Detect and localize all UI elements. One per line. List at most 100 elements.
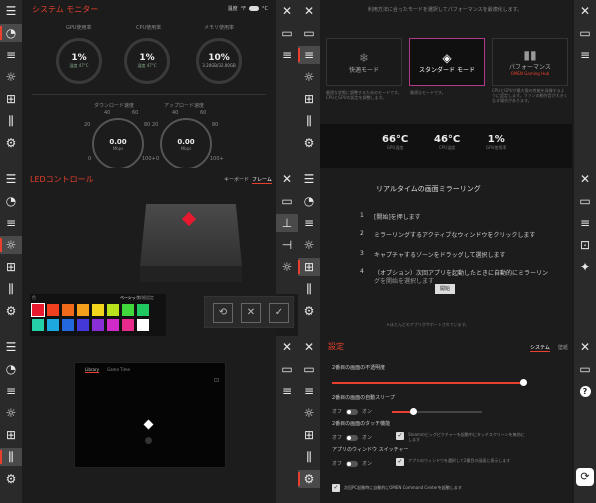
window-icon[interactable]: ▭ (298, 360, 320, 378)
touch-steam-checkbox[interactable]: ✓ (396, 432, 404, 440)
capture-settings-icon[interactable]: ⊡ (214, 377, 219, 384)
library-icon[interactable]: ⫼ (0, 280, 22, 298)
list-icon[interactable]: ≡ (298, 46, 320, 64)
touch-toggle[interactable]: オフ オン (332, 434, 372, 441)
mode-standard[interactable]: ◈ スタンダード モード (409, 38, 485, 86)
color-swatch[interactable] (137, 319, 149, 331)
list-icon[interactable]: ≡ (276, 382, 298, 400)
color-swatch[interactable] (62, 304, 74, 316)
light-icon[interactable]: ☼ (298, 236, 320, 254)
library-icon[interactable]: ⫼ (298, 280, 320, 298)
color-swatch[interactable] (122, 319, 134, 331)
light-icon[interactable]: ☼ (276, 258, 298, 276)
library-icon[interactable]: ⫼ (0, 112, 22, 130)
light-icon[interactable]: ☼ (0, 236, 22, 254)
menu-icon[interactable]: ☰ (298, 170, 320, 188)
slider-thumb[interactable] (410, 408, 417, 415)
light-icon[interactable]: ☼ (298, 404, 320, 422)
list-icon[interactable]: ≡ (574, 214, 596, 232)
list-icon[interactable]: ≡ (0, 46, 22, 64)
refresh-button[interactable]: ⟳ (574, 466, 596, 488)
close-icon[interactable]: ✕ (276, 338, 298, 356)
list-icon[interactable]: ≡ (0, 382, 22, 400)
color-swatch[interactable] (32, 319, 44, 331)
library-icon[interactable]: ⫼ (298, 448, 320, 466)
grid-icon[interactable]: ⊞ (298, 426, 320, 444)
mode-performance[interactable]: ▮▮ パフォーマンス OMEN Gaming Hub (492, 38, 568, 86)
color-swatch[interactable] (77, 319, 89, 331)
color-swatch[interactable] (137, 304, 149, 316)
toggle-switch[interactable] (346, 460, 359, 467)
palette-tab-basic[interactable]: ベーシック (120, 295, 140, 301)
color-swatch[interactable] (107, 319, 119, 331)
reset-button[interactable]: ⟲ (213, 303, 233, 323)
window-icon[interactable]: ▭ (574, 24, 596, 42)
toggle-switch[interactable] (346, 408, 359, 415)
led-tab-keyboard[interactable]: キーボード (224, 176, 249, 183)
sleep-toggle[interactable]: オフ オン (332, 408, 372, 415)
capture-tab-gametime[interactable]: Game Time (107, 367, 130, 372)
color-swatch[interactable] (47, 319, 59, 331)
opacity-slider[interactable] (332, 379, 527, 386)
close-icon[interactable]: ✕ (574, 2, 596, 20)
temp-switch[interactable] (249, 6, 259, 11)
frame-icon[interactable]: ⊣ (276, 236, 298, 254)
grid-icon[interactable]: ⊞ (298, 258, 320, 276)
sleep-slider[interactable] (392, 408, 482, 415)
window-icon[interactable]: ▭ (276, 360, 298, 378)
crop-icon[interactable]: ⊡ (574, 236, 596, 254)
gauge-icon[interactable]: ◔ (0, 24, 22, 42)
color-swatch[interactable] (107, 304, 119, 316)
window-icon[interactable]: ▭ (276, 192, 298, 210)
switcher-checkbox[interactable]: ✓ (396, 458, 404, 466)
color-swatch[interactable] (92, 319, 104, 331)
gear-icon[interactable]: ⚙ (0, 134, 22, 152)
temp-unit-toggle[interactable]: 温度 °F °C (228, 5, 268, 13)
close-icon[interactable]: ✕ (298, 2, 320, 20)
close-icon[interactable]: ✕ (276, 170, 298, 188)
light-icon[interactable]: ☼ (298, 68, 320, 86)
menu-icon[interactable]: ☰ (0, 170, 22, 188)
list-icon[interactable]: ⊥ (276, 214, 298, 232)
window-icon[interactable]: ▭ (574, 360, 596, 378)
gauge-icon[interactable]: ◔ (0, 360, 22, 378)
color-swatch[interactable] (31, 303, 45, 317)
list-icon[interactable]: ≡ (298, 214, 320, 232)
light-icon[interactable]: ☼ (0, 404, 22, 422)
library-icon[interactable]: ⫼ (0, 448, 22, 466)
window-icon[interactable]: ▭ (298, 24, 320, 42)
list-icon[interactable]: ≡ (276, 46, 298, 64)
start-button[interactable]: 開始 (435, 284, 455, 294)
close-icon[interactable]: ✕ (298, 338, 320, 356)
list-icon[interactable]: ≡ (298, 382, 320, 400)
gauge-icon[interactable]: ◔ (0, 192, 22, 210)
gear-icon[interactable]: ⚙ (298, 134, 320, 152)
confirm-button[interactable]: ✓ (269, 303, 289, 323)
library-icon[interactable]: ⫼ (298, 112, 320, 130)
cancel-button[interactable]: ✕ (241, 303, 261, 323)
slider-thumb[interactable] (520, 379, 527, 386)
list-icon[interactable]: ≡ (0, 214, 22, 232)
color-swatch[interactable] (122, 304, 134, 316)
switcher-toggle[interactable]: オフ オン (332, 460, 372, 467)
grid-icon[interactable]: ⊞ (0, 426, 22, 444)
close-icon[interactable]: ✕ (276, 2, 298, 20)
grid-icon[interactable]: ⊞ (0, 90, 22, 108)
grid-icon[interactable]: ⊞ (0, 258, 22, 276)
color-swatch[interactable] (92, 304, 104, 316)
list-icon[interactable]: ≡ (574, 46, 596, 64)
menu-icon[interactable]: ☰ (0, 2, 22, 20)
gear-icon[interactable]: ⚙ (298, 302, 320, 320)
close-icon[interactable]: ✕ (574, 170, 596, 188)
gauge-icon[interactable]: ◔ (298, 192, 320, 210)
settings-tab-system[interactable]: システム (530, 344, 550, 352)
gear-icon[interactable]: ⚙ (298, 470, 320, 488)
color-swatch[interactable] (77, 304, 89, 316)
sparkle-icon[interactable]: ✦ (574, 258, 596, 276)
grid-icon[interactable]: ⊞ (298, 90, 320, 108)
gear-icon[interactable]: ⚙ (0, 302, 22, 320)
gear-icon[interactable]: ⚙ (0, 470, 22, 488)
toggle-switch[interactable] (346, 434, 359, 441)
window-icon[interactable]: ▭ (574, 192, 596, 210)
capture-tab-library[interactable]: Library (85, 367, 99, 373)
